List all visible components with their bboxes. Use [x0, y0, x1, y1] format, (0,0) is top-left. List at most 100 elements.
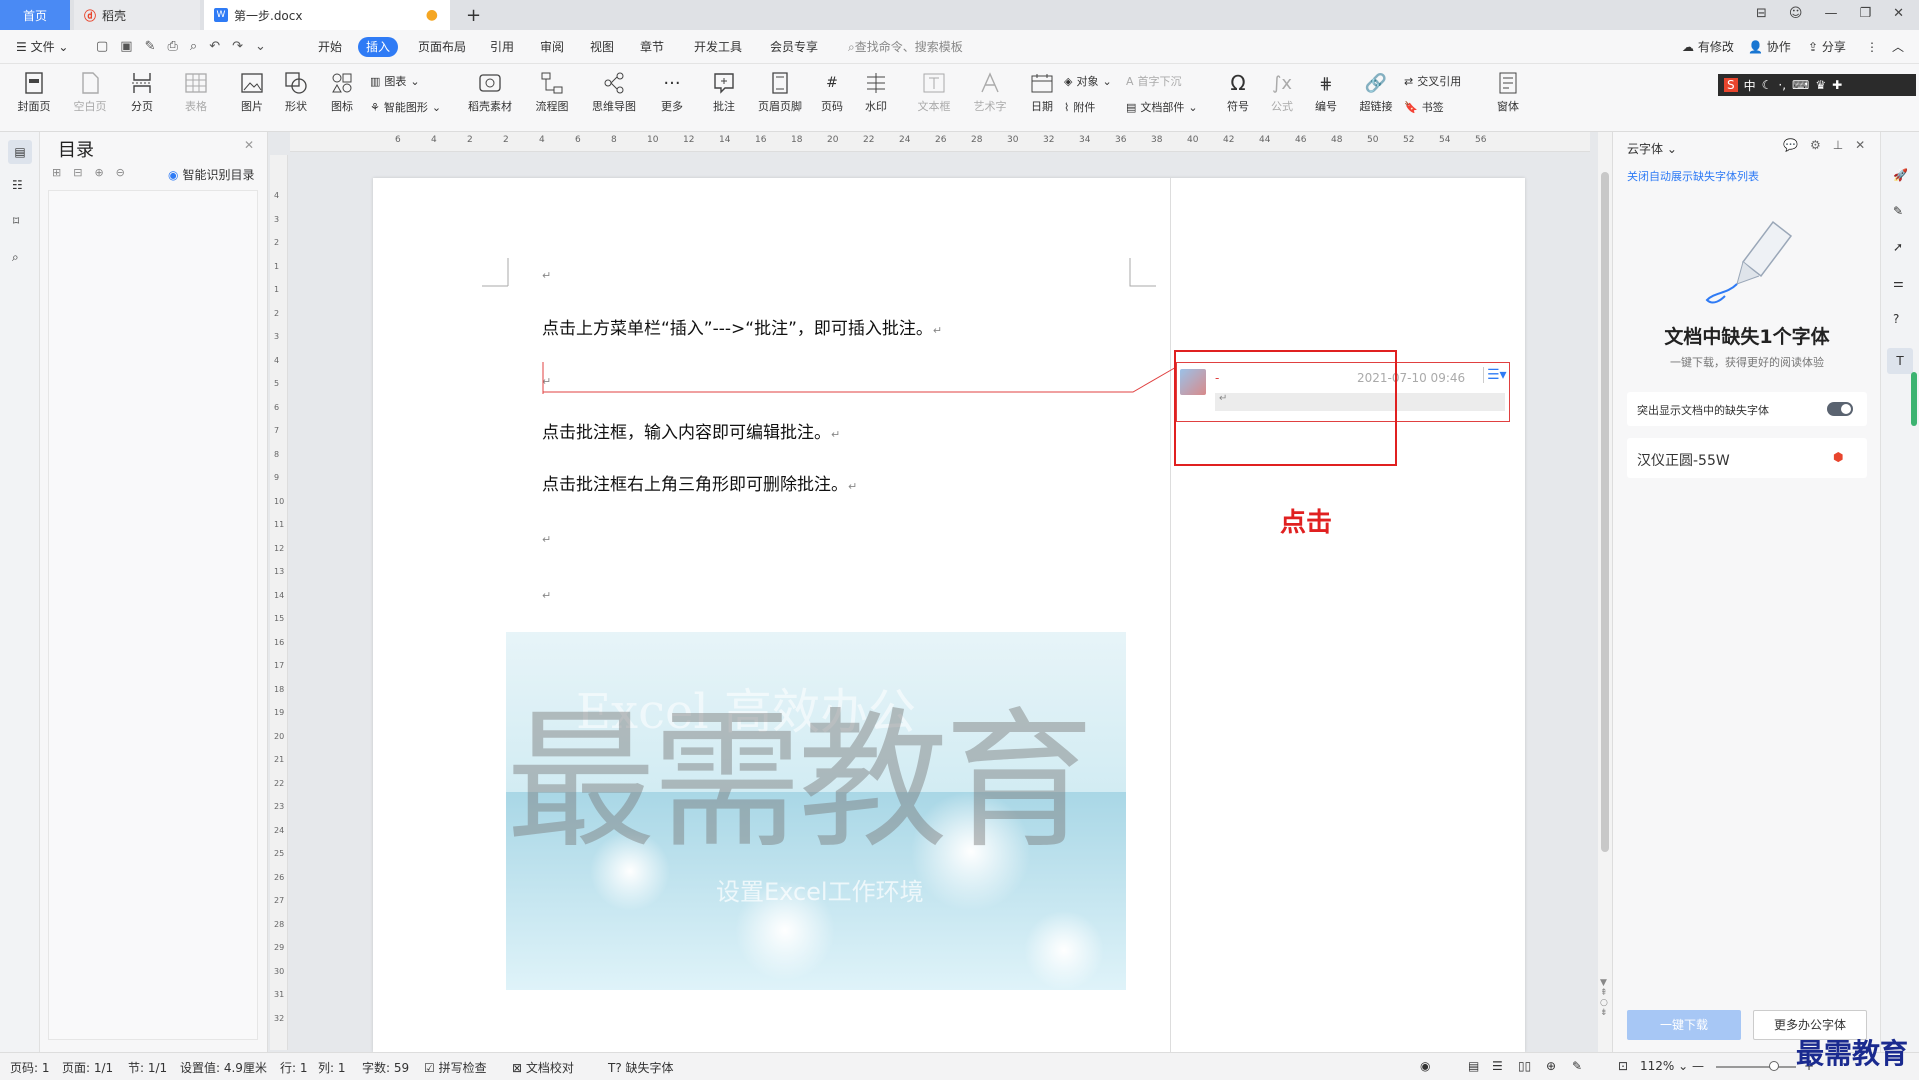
- symbol-button[interactable]: Ω 符号: [1214, 68, 1262, 126]
- print-preview-icon[interactable]: ⌕: [190, 39, 197, 54]
- select-icon[interactable]: ➚: [1893, 240, 1903, 254]
- web-view-icon[interactable]: ⊕: [1546, 1059, 1556, 1073]
- textbox-button[interactable]: 文本框: [910, 68, 958, 126]
- status-words[interactable]: 字数: 59: [362, 1059, 409, 1076]
- download-all-button[interactable]: 一键下载: [1627, 1010, 1741, 1040]
- status-section[interactable]: 节: 1/1: [128, 1059, 167, 1076]
- numbering-button[interactable]: ⋕ 编号: [1302, 68, 1350, 126]
- close-window-icon[interactable]: ✕: [1893, 6, 1904, 21]
- drop-cap-button[interactable]: A 首字下沉: [1126, 72, 1182, 92]
- collapse-icon[interactable]: ⊟: [73, 166, 82, 179]
- eye-protection-icon[interactable]: ◉: [1420, 1059, 1430, 1073]
- vertical-scrollbar[interactable]: ▼ ⇞ ○ ⇟: [1598, 132, 1612, 1052]
- blank-page-button[interactable]: 空白页: [66, 68, 114, 126]
- header-footer-button[interactable]: 页眉页脚: [756, 68, 804, 126]
- pin-icon[interactable]: ⊥: [1833, 138, 1843, 152]
- outline-nav-icon[interactable]: ☷: [12, 178, 23, 192]
- reading-view-icon[interactable]: ▯▯: [1518, 1059, 1531, 1073]
- menu-tab-chapter[interactable]: 章节: [632, 37, 672, 57]
- status-page[interactable]: 页面: 1/1: [62, 1059, 113, 1076]
- embedded-image[interactable]: Excel 高效办公 设置Excel工作环境 最需教育: [506, 632, 1126, 990]
- picture-button[interactable]: 图片: [228, 68, 276, 126]
- object-button[interactable]: ◈ 对象 ⌄: [1064, 72, 1112, 92]
- page-break-button[interactable]: 分页: [118, 68, 166, 126]
- settings-icon[interactable]: ⚙: [1810, 138, 1821, 152]
- command-search[interactable]: ⌕查找命令、搜索模板: [840, 37, 971, 57]
- collapse-ribbon-icon[interactable]: ︿: [1884, 37, 1912, 57]
- modified-button[interactable]: ☁ 有修改: [1674, 37, 1742, 57]
- ime-toolbar[interactable]: S 中 ☾ ·, ⌨ ♛ ✚: [1718, 74, 1916, 96]
- add-heading-icon[interactable]: ⊕: [94, 166, 103, 179]
- chat-icon[interactable]: 💬: [1783, 138, 1798, 152]
- adjust-icon[interactable]: ⚌: [1893, 276, 1904, 290]
- cross-reference-button[interactable]: ⇄ 交叉引用: [1404, 72, 1461, 92]
- tab-document[interactable]: W 第一步.docx ●: [204, 0, 450, 30]
- paragraph-2[interactable]: 点击批注框，输入内容即可编辑批注。↵: [542, 418, 840, 443]
- zoom-level[interactable]: 112% ⌄: [1640, 1059, 1688, 1073]
- spell-check-button[interactable]: ☑ 拼写检查: [424, 1059, 487, 1076]
- outline-view-icon[interactable]: ☰: [1492, 1059, 1503, 1073]
- customize-icon[interactable]: ⌄: [255, 39, 266, 54]
- menu-tab-developer[interactable]: 开发工具: [686, 37, 750, 57]
- restore-icon[interactable]: ❐: [1859, 6, 1871, 21]
- status-setting[interactable]: 设置值: 4.9厘米: [180, 1059, 267, 1076]
- file-menu[interactable]: ☰ 文件 ⌄: [8, 37, 76, 57]
- font-panel-icon[interactable]: T: [1887, 348, 1913, 374]
- menu-tab-start[interactable]: 开始: [310, 37, 350, 57]
- wordart-button[interactable]: 艺术字: [966, 68, 1014, 126]
- format-painter-icon[interactable]: ✎: [145, 39, 156, 54]
- mindmap-button[interactable]: 思维导图: [590, 68, 638, 126]
- more-button[interactable]: ··· 更多: [648, 68, 696, 126]
- cloud-font-header[interactable]: 云字体 ⌄: [1627, 140, 1677, 157]
- bookmark-button[interactable]: 🔖 书签: [1404, 98, 1444, 118]
- font-download-icon[interactable]: ⬢: [1833, 450, 1843, 464]
- watermark-button[interactable]: 水印: [852, 68, 900, 126]
- docer-material-button[interactable]: 稻壳素材: [466, 68, 514, 126]
- print-icon[interactable]: ⎙: [168, 39, 178, 54]
- smart-toc-button[interactable]: ◉ 智能识别目录: [168, 166, 255, 183]
- zoom-out-icon[interactable]: —: [1692, 1059, 1704, 1073]
- panel-close-icon[interactable]: ✕: [1855, 138, 1865, 152]
- comment-menu-icon[interactable]: ☰▾: [1483, 367, 1507, 383]
- help-icon[interactable]: ?: [1893, 312, 1899, 326]
- undo-icon[interactable]: ↶: [209, 39, 220, 54]
- bookmark-nav-icon[interactable]: ⌑: [13, 214, 19, 228]
- toc-close-icon[interactable]: ✕: [244, 138, 254, 152]
- smartart-button[interactable]: ⚘ 智能图形 ⌄: [370, 98, 441, 118]
- scroll-thumb[interactable]: [1601, 172, 1609, 852]
- date-button[interactable]: 日期: [1018, 68, 1066, 126]
- shape-button[interactable]: 形状: [272, 68, 320, 126]
- edit-icon[interactable]: ✎: [1893, 204, 1903, 218]
- attachment-button[interactable]: ⌇ 附件: [1064, 98, 1095, 118]
- hyperlink-button[interactable]: 🔗 超链接: [1352, 68, 1400, 126]
- page-view-icon[interactable]: ▤: [1468, 1059, 1479, 1073]
- menu-tab-review[interactable]: 审阅: [532, 37, 572, 57]
- cover-page-button[interactable]: 封面页: [10, 68, 58, 126]
- new-tab-button[interactable]: +: [456, 0, 491, 30]
- scroll-down-icon[interactable]: ▼ ⇞ ○ ⇟: [1600, 978, 1608, 1018]
- highlight-toggle[interactable]: [1827, 402, 1853, 416]
- menu-tab-insert[interactable]: 插入: [358, 37, 399, 57]
- doc-part-button[interactable]: ▤ 文档部件 ⌄: [1126, 98, 1198, 118]
- zoom-slider[interactable]: [1716, 1061, 1796, 1071]
- strip-scroll-thumb[interactable]: [1911, 372, 1917, 426]
- collaborate-button[interactable]: 👤 协作: [1740, 37, 1799, 57]
- tab-home[interactable]: 首页: [0, 0, 70, 30]
- search-nav-icon[interactable]: ⌕: [12, 250, 19, 265]
- panel-toggle-icon[interactable]: ⊟: [1756, 6, 1767, 21]
- menu-tab-member[interactable]: 会员专享: [762, 37, 826, 57]
- fit-page-icon[interactable]: ⊡: [1618, 1059, 1628, 1073]
- remove-heading-icon[interactable]: ⊖: [116, 166, 125, 179]
- formula-button[interactable]: ∫x 公式: [1258, 68, 1306, 126]
- status-page-code[interactable]: 页码: 1: [10, 1059, 50, 1076]
- share-button[interactable]: ⇪ 分享: [1800, 37, 1854, 57]
- minimize-icon[interactable]: —: [1824, 6, 1837, 21]
- menu-tab-layout[interactable]: 页面布局: [410, 37, 474, 57]
- chart-button[interactable]: ▥ 图表 ⌄: [370, 72, 420, 92]
- comment-button[interactable]: 批注: [700, 68, 748, 126]
- missing-font-button[interactable]: T? 缺失字体: [608, 1059, 674, 1076]
- write-view-icon[interactable]: ✎: [1572, 1059, 1582, 1073]
- menu-tab-view[interactable]: 视图: [582, 37, 622, 57]
- new-doc-icon[interactable]: ▢: [96, 39, 108, 54]
- rocket-icon[interactable]: 🚀: [1893, 168, 1908, 182]
